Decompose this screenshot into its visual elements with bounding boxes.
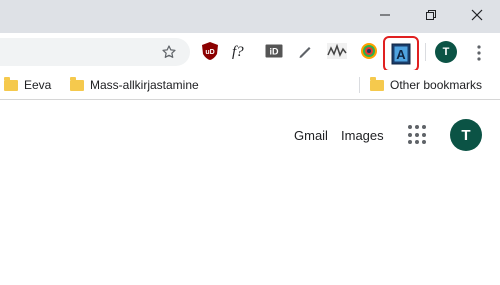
- eye-icon[interactable]: [357, 39, 381, 63]
- page-content: Gmail Images T: [0, 101, 500, 285]
- title-bar: [0, 0, 500, 33]
- bookmarks-bar: Eeva Mass-allkirjastamine Other bookmark…: [0, 70, 500, 100]
- bookmark-label: Other bookmarks: [390, 78, 483, 92]
- folder-icon: [370, 76, 384, 91]
- restore-button[interactable]: [408, 0, 454, 30]
- minimize-button[interactable]: [362, 0, 408, 30]
- bookmark-star-icon[interactable]: [157, 40, 181, 64]
- svg-text:A: A: [396, 47, 406, 62]
- bookmark-mass-allkirjastamine[interactable]: Mass-allkirjastamine: [70, 76, 199, 94]
- a-extension-icon: A: [391, 43, 411, 65]
- bookmark-label: Mass-allkirjastamine: [90, 78, 199, 92]
- svg-text:f?: f?: [232, 44, 244, 60]
- browser-toolbar: uD f? iD A: [0, 33, 500, 72]
- profile-avatar[interactable]: T: [435, 41, 457, 63]
- restore-icon: [426, 10, 436, 20]
- id-icon[interactable]: iD: [262, 39, 286, 63]
- wave-icon[interactable]: [325, 39, 349, 63]
- gmail-link[interactable]: Gmail: [294, 128, 328, 143]
- bookmark-eeva[interactable]: Eeva: [4, 76, 51, 94]
- bookmark-label: Eeva: [24, 78, 52, 92]
- apps-grid-icon[interactable]: [408, 125, 428, 145]
- toolbar-separator: [425, 43, 426, 61]
- minimize-icon: [380, 14, 390, 16]
- account-avatar[interactable]: T: [450, 119, 482, 151]
- pencil-icon[interactable]: [293, 39, 317, 63]
- fquery-icon[interactable]: f?: [229, 39, 253, 63]
- ublock-icon[interactable]: uD: [198, 39, 222, 63]
- menu-button[interactable]: [470, 42, 488, 64]
- a-extension-button[interactable]: A: [383, 36, 419, 72]
- bookmark-other-bookmarks[interactable]: Other bookmarks: [370, 76, 482, 94]
- close-button[interactable]: [454, 0, 500, 30]
- folder-icon: [4, 76, 18, 91]
- svg-text:iD: iD: [270, 47, 280, 57]
- kebab-menu-icon: [477, 45, 481, 61]
- svg-text:uD: uD: [205, 49, 214, 56]
- bookmarks-divider: [359, 77, 360, 93]
- close-icon: [471, 9, 483, 21]
- folder-icon: [70, 76, 84, 91]
- images-link[interactable]: Images: [341, 128, 384, 143]
